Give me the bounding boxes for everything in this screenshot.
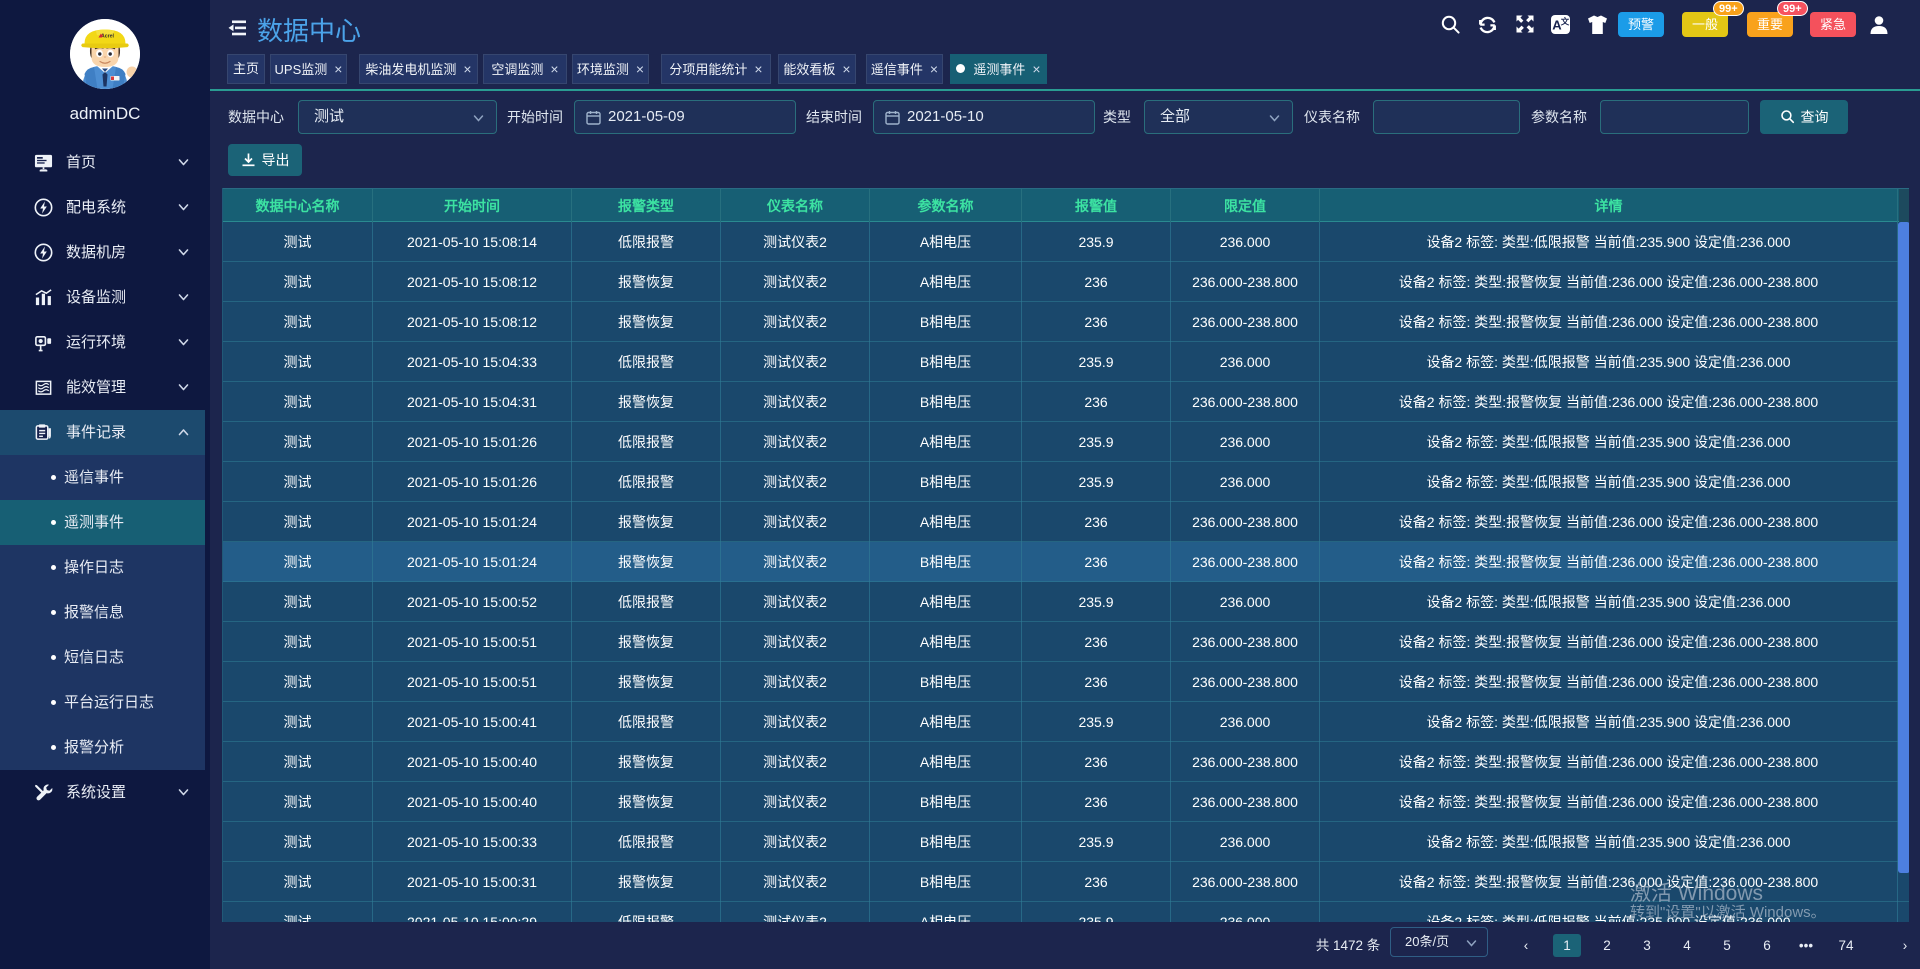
- svg-text:文: 文: [1561, 17, 1570, 27]
- svg-text:Acrel: Acrel: [101, 34, 115, 40]
